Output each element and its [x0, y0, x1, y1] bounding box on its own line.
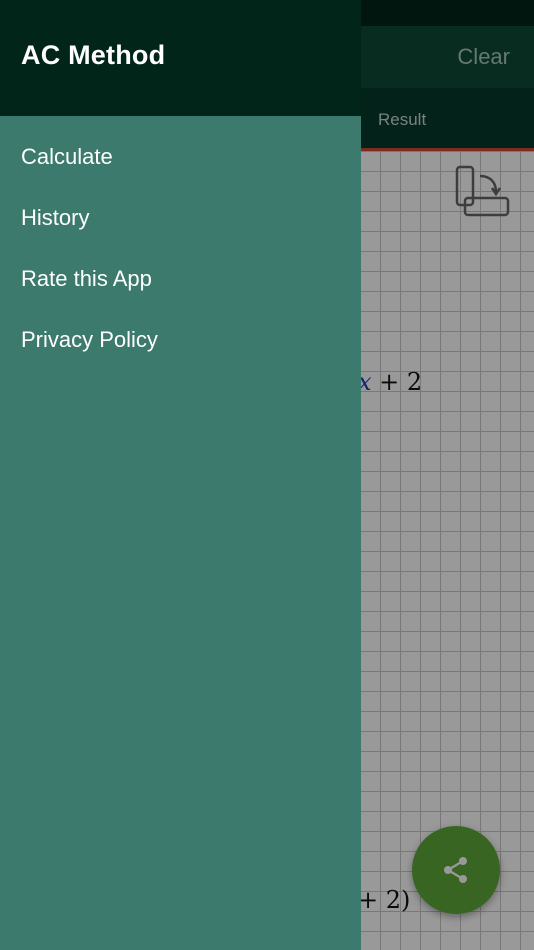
menu-item-privacy-policy[interactable]: Privacy Policy: [0, 309, 361, 370]
navigation-drawer: AC Method Calculate History Rate this Ap…: [0, 0, 361, 950]
drawer-header: AC Method: [0, 0, 361, 116]
menu-item-calculate[interactable]: Calculate: [0, 126, 361, 187]
drawer-title: AC Method: [21, 40, 166, 70]
screen: Clear Result x + 2 + 2) AC Method Calcul…: [0, 0, 534, 950]
drawer-menu: Calculate History Rate this App Privacy …: [0, 126, 361, 370]
menu-item-rate-app[interactable]: Rate this App: [0, 248, 361, 309]
menu-item-history[interactable]: History: [0, 187, 361, 248]
